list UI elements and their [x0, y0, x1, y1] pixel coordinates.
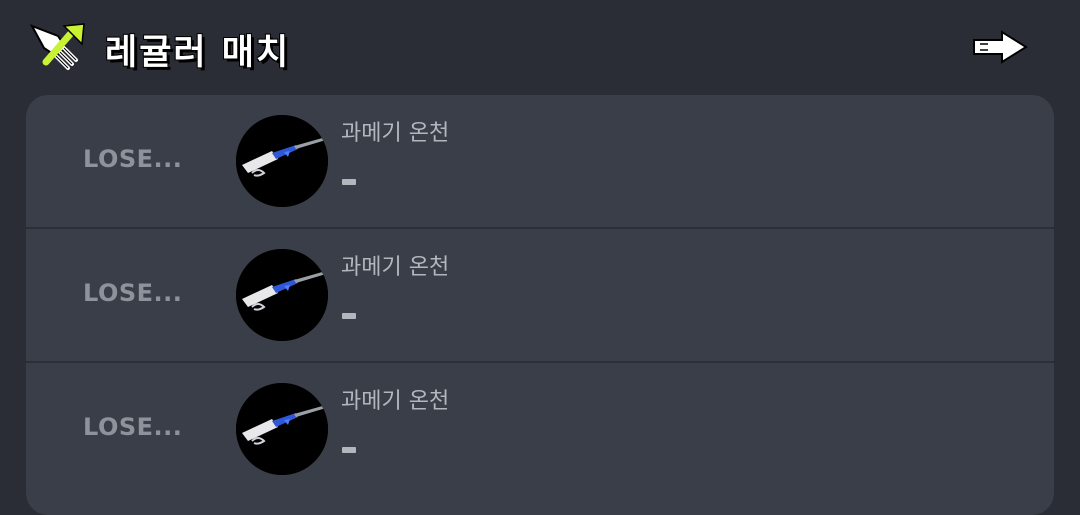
match-row[interactable]: LOSE... 과메기 온천	[26, 229, 1054, 361]
score-placeholder	[342, 179, 356, 185]
splattershot-jr-icon	[236, 383, 328, 475]
page-title: 레귤러 매치	[105, 33, 291, 73]
stage-name: 과메기 온천	[341, 121, 450, 146]
stage-name: 과메기 온천	[341, 255, 450, 280]
header: 레귤러 매치	[0, 0, 1080, 95]
result-label: LOSE...	[83, 145, 183, 173]
splattershot-jr-icon	[236, 115, 328, 207]
result-label: LOSE...	[83, 279, 183, 307]
match-list: LOSE... 과메기 온천 LOSE... 과메기 온천 LOSE... 과메…	[26, 95, 1054, 515]
stage-name: 과메기 온천	[341, 389, 450, 414]
score-placeholder	[342, 447, 356, 453]
match-row[interactable]: LOSE... 과메기 온천	[26, 363, 1054, 495]
arrow-right-icon[interactable]	[972, 30, 1028, 64]
splattershot-jr-icon	[236, 249, 328, 341]
regular-battle-icon	[29, 23, 85, 70]
result-label: LOSE...	[83, 413, 183, 441]
match-row[interactable]: LOSE... 과메기 온천	[26, 95, 1054, 227]
score-placeholder	[342, 313, 356, 319]
